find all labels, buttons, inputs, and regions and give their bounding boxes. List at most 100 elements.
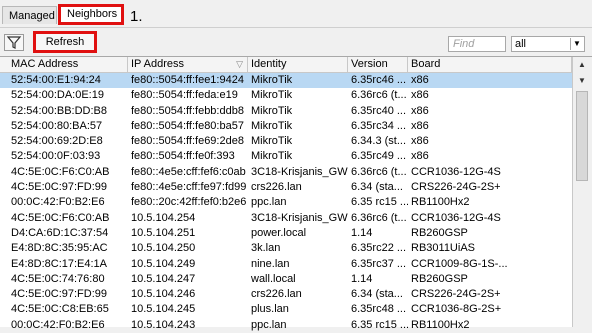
- cell-board: RB3011UiAS: [411, 242, 475, 255]
- cell-version: 1.14: [351, 272, 373, 285]
- cell-version: 6.35 rc15 ...: [351, 196, 408, 209]
- cell-ip: 10.5.104.243: [131, 318, 196, 331]
- table-row[interactable]: E4:8D:8C:17:E4:1A 10.5.104.249 nine.lan …: [0, 257, 572, 272]
- table-row[interactable]: 4C:5E:0C:C8:EB:65 10.5.104.245 plus.lan …: [0, 302, 572, 317]
- cell-ip: fe80::5054:ff:feda:e19: [131, 89, 238, 102]
- cell-mac: 4C:5E:0C:C8:EB:65: [11, 303, 109, 316]
- col-header-mac[interactable]: MAC Address: [8, 57, 128, 72]
- scroll-up-icon[interactable]: ▲: [575, 59, 589, 71]
- cell-mac: E4:8D:8C:35:95:AC: [11, 242, 108, 255]
- cell-version: 6.34 (sta...: [351, 288, 403, 301]
- cell-mac: 00:0C:42:F0:B2:E6: [11, 196, 105, 209]
- cell-mac: 52:54:00:BB:DD:B8: [11, 104, 108, 117]
- cell-ip: 10.5.104.245: [131, 303, 196, 316]
- table-body: 52:54:00:E1:94:24 fe80::5054:ff:fee1:942…: [0, 73, 572, 333]
- filter-icon: [6, 36, 22, 49]
- table-row[interactable]: E4:8D:8C:35:95:AC 10.5.104.250 3k.lan 6.…: [0, 241, 572, 256]
- cell-version: 6.35rc46 ...: [351, 74, 407, 86]
- cell-board: RB260GSP: [411, 226, 468, 239]
- cell-mac: 00:0C:42:F0:B2:E6: [11, 318, 105, 331]
- cell-identity: 3C18-Krisjanis_GW: [251, 211, 348, 224]
- cell-identity: 3C18-Krisjanis_GW: [251, 165, 348, 178]
- table-row[interactable]: 4C:5E:0C:74:76:80 10.5.104.247 wall.loca…: [0, 272, 572, 287]
- cell-mac: 52:54:00:DA:0E:19: [11, 89, 104, 102]
- cell-identity: ppc.lan: [251, 196, 287, 209]
- sort-icon: ▽: [236, 59, 243, 69]
- cell-board: RB1100Hx2: [411, 196, 470, 209]
- cell-mac: 52:54:00:E1:94:24: [11, 74, 101, 86]
- scroll-down-icon[interactable]: ▼: [575, 75, 589, 87]
- table-row[interactable]: 4C:5E:0C:F6:C0:AB 10.5.104.254 3C18-Kris…: [0, 211, 572, 226]
- cell-identity: MikroTik: [251, 119, 293, 132]
- col-header-board[interactable]: Board: [408, 57, 572, 72]
- cell-board: CCR1009-8G-1S-...: [411, 257, 508, 270]
- scrollbar-thumb[interactable]: [576, 91, 588, 181]
- cell-identity: crs226.lan: [251, 288, 302, 301]
- cell-mac: 52:54:00:69:2D:E8: [11, 135, 103, 148]
- cell-identity: ppc.lan: [251, 318, 287, 331]
- cell-board: RB260GSP: [411, 272, 468, 285]
- cell-ip: 10.5.104.246: [131, 288, 196, 301]
- table-row[interactable]: 52:54:00:DA:0E:19 fe80::5054:ff:feda:e19…: [0, 88, 572, 103]
- cell-mac: 4C:5E:0C:F6:C0:AB: [11, 211, 110, 224]
- cell-identity: MikroTik: [251, 89, 293, 102]
- filter-button[interactable]: [4, 34, 24, 51]
- col-header-version[interactable]: Version: [348, 57, 408, 72]
- table-row[interactable]: 52:54:00:BB:DD:B8 fe80::5054:ff:febb:ddb…: [0, 104, 572, 119]
- cell-identity: MikroTik: [251, 104, 293, 117]
- cell-version: 6.35rc48 ...: [351, 303, 407, 316]
- cell-ip: fe80::5054:ff:fe80:ba57: [131, 119, 244, 132]
- scope-select[interactable]: all ▼: [511, 36, 585, 52]
- tab-managed[interactable]: Managed: [2, 6, 57, 24]
- cell-board: RB1100Hx2: [411, 318, 470, 331]
- cell-ip: fe80::20c:42ff:fef0:b2e6: [131, 196, 247, 209]
- cell-board: x86: [411, 104, 429, 117]
- table-row[interactable]: 4C:5E:0C:F6:C0:AB fe80::4e5e:cff:fef6:c0…: [0, 165, 572, 180]
- cell-board: x86: [411, 135, 429, 148]
- cell-version: 6.35rc49 ...: [351, 150, 407, 163]
- table-row[interactable]: 52:54:00:0F:03:93 fe80::5054:ff:fe0f:393…: [0, 149, 572, 164]
- cell-version: 6.35rc34 ...: [351, 119, 407, 132]
- cell-ip: fe80::5054:ff:febb:ddb8: [131, 104, 244, 117]
- cell-version: 6.34 (sta...: [351, 181, 403, 194]
- cell-mac: 52:54:00:80:BA:57: [11, 119, 103, 132]
- cell-version: 6.35rc40 ...: [351, 104, 407, 117]
- table-row[interactable]: 52:54:00:80:BA:57 fe80::5054:ff:fe80:ba5…: [0, 119, 572, 134]
- vertical-scrollbar[interactable]: ▲ ▼: [572, 57, 592, 327]
- cell-ip: 10.5.104.247: [131, 272, 196, 285]
- table-row[interactable]: 00:0C:42:F0:B2:E6 fe80::20c:42ff:fef0:b2…: [0, 195, 572, 210]
- cell-mac: D4:CA:6D:1C:37:54: [11, 226, 109, 239]
- cell-ip: 10.5.104.254: [131, 211, 196, 224]
- tab-neighbors[interactable]: Neighbors: [58, 4, 124, 25]
- table-row[interactable]: D4:CA:6D:1C:37:54 10.5.104.251 power.loc…: [0, 226, 572, 241]
- cell-identity: plus.lan: [251, 303, 289, 316]
- cell-board: x86: [411, 74, 429, 86]
- table-row[interactable]: 00:0C:42:F0:B2:E6 10.5.104.243 ppc.lan 6…: [0, 318, 572, 333]
- table-row[interactable]: 52:54:00:E1:94:24 fe80::5054:ff:fee1:942…: [0, 73, 572, 89]
- table-row[interactable]: 4C:5E:0C:97:FD:99 fe80::4e5e:cff:fe97:fd…: [0, 180, 572, 195]
- cell-mac: 4C:5E:0C:97:FD:99: [11, 288, 107, 301]
- cell-board: CRS226-24G-2S+: [411, 288, 501, 301]
- refresh-button[interactable]: Refresh: [33, 31, 97, 53]
- cell-ip: fe80::5054:ff:fe69:2de8: [131, 135, 244, 148]
- cell-board: x86: [411, 119, 429, 132]
- cell-ip: fe80::5054:ff:fe0f:393: [131, 150, 235, 163]
- cell-identity: wall.local: [251, 272, 296, 285]
- cell-ip: fe80::4e5e:cff:fe97:fd99: [131, 181, 247, 194]
- cell-identity: nine.lan: [251, 257, 290, 270]
- cell-mac: 4C:5E:0C:F6:C0:AB: [11, 165, 110, 178]
- col-header-ip[interactable]: IP Address ▽: [128, 57, 248, 72]
- neighbors-table: MAC Address IP Address ▽ Identity Versio…: [0, 56, 592, 331]
- cell-ip: 10.5.104.249: [131, 257, 196, 270]
- find-input[interactable]: Find: [448, 36, 506, 52]
- cell-ip: fe80::5054:ff:fee1:9424: [131, 74, 244, 86]
- col-header-identity[interactable]: Identity: [248, 57, 348, 72]
- table-row[interactable]: 52:54:00:69:2D:E8 fe80::5054:ff:fe69:2de…: [0, 134, 572, 149]
- annotation-step-1: 1.: [130, 8, 143, 25]
- table-row[interactable]: 4C:5E:0C:97:FD:99 10.5.104.246 crs226.la…: [0, 287, 572, 302]
- cell-identity: crs226.lan: [251, 181, 302, 194]
- cell-ip: 10.5.104.250: [131, 242, 196, 255]
- cell-mac: 4C:5E:0C:97:FD:99: [11, 181, 107, 194]
- cell-mac: E4:8D:8C:17:E4:1A: [11, 257, 108, 270]
- cell-version: 6.36rc6 (t...: [351, 211, 407, 224]
